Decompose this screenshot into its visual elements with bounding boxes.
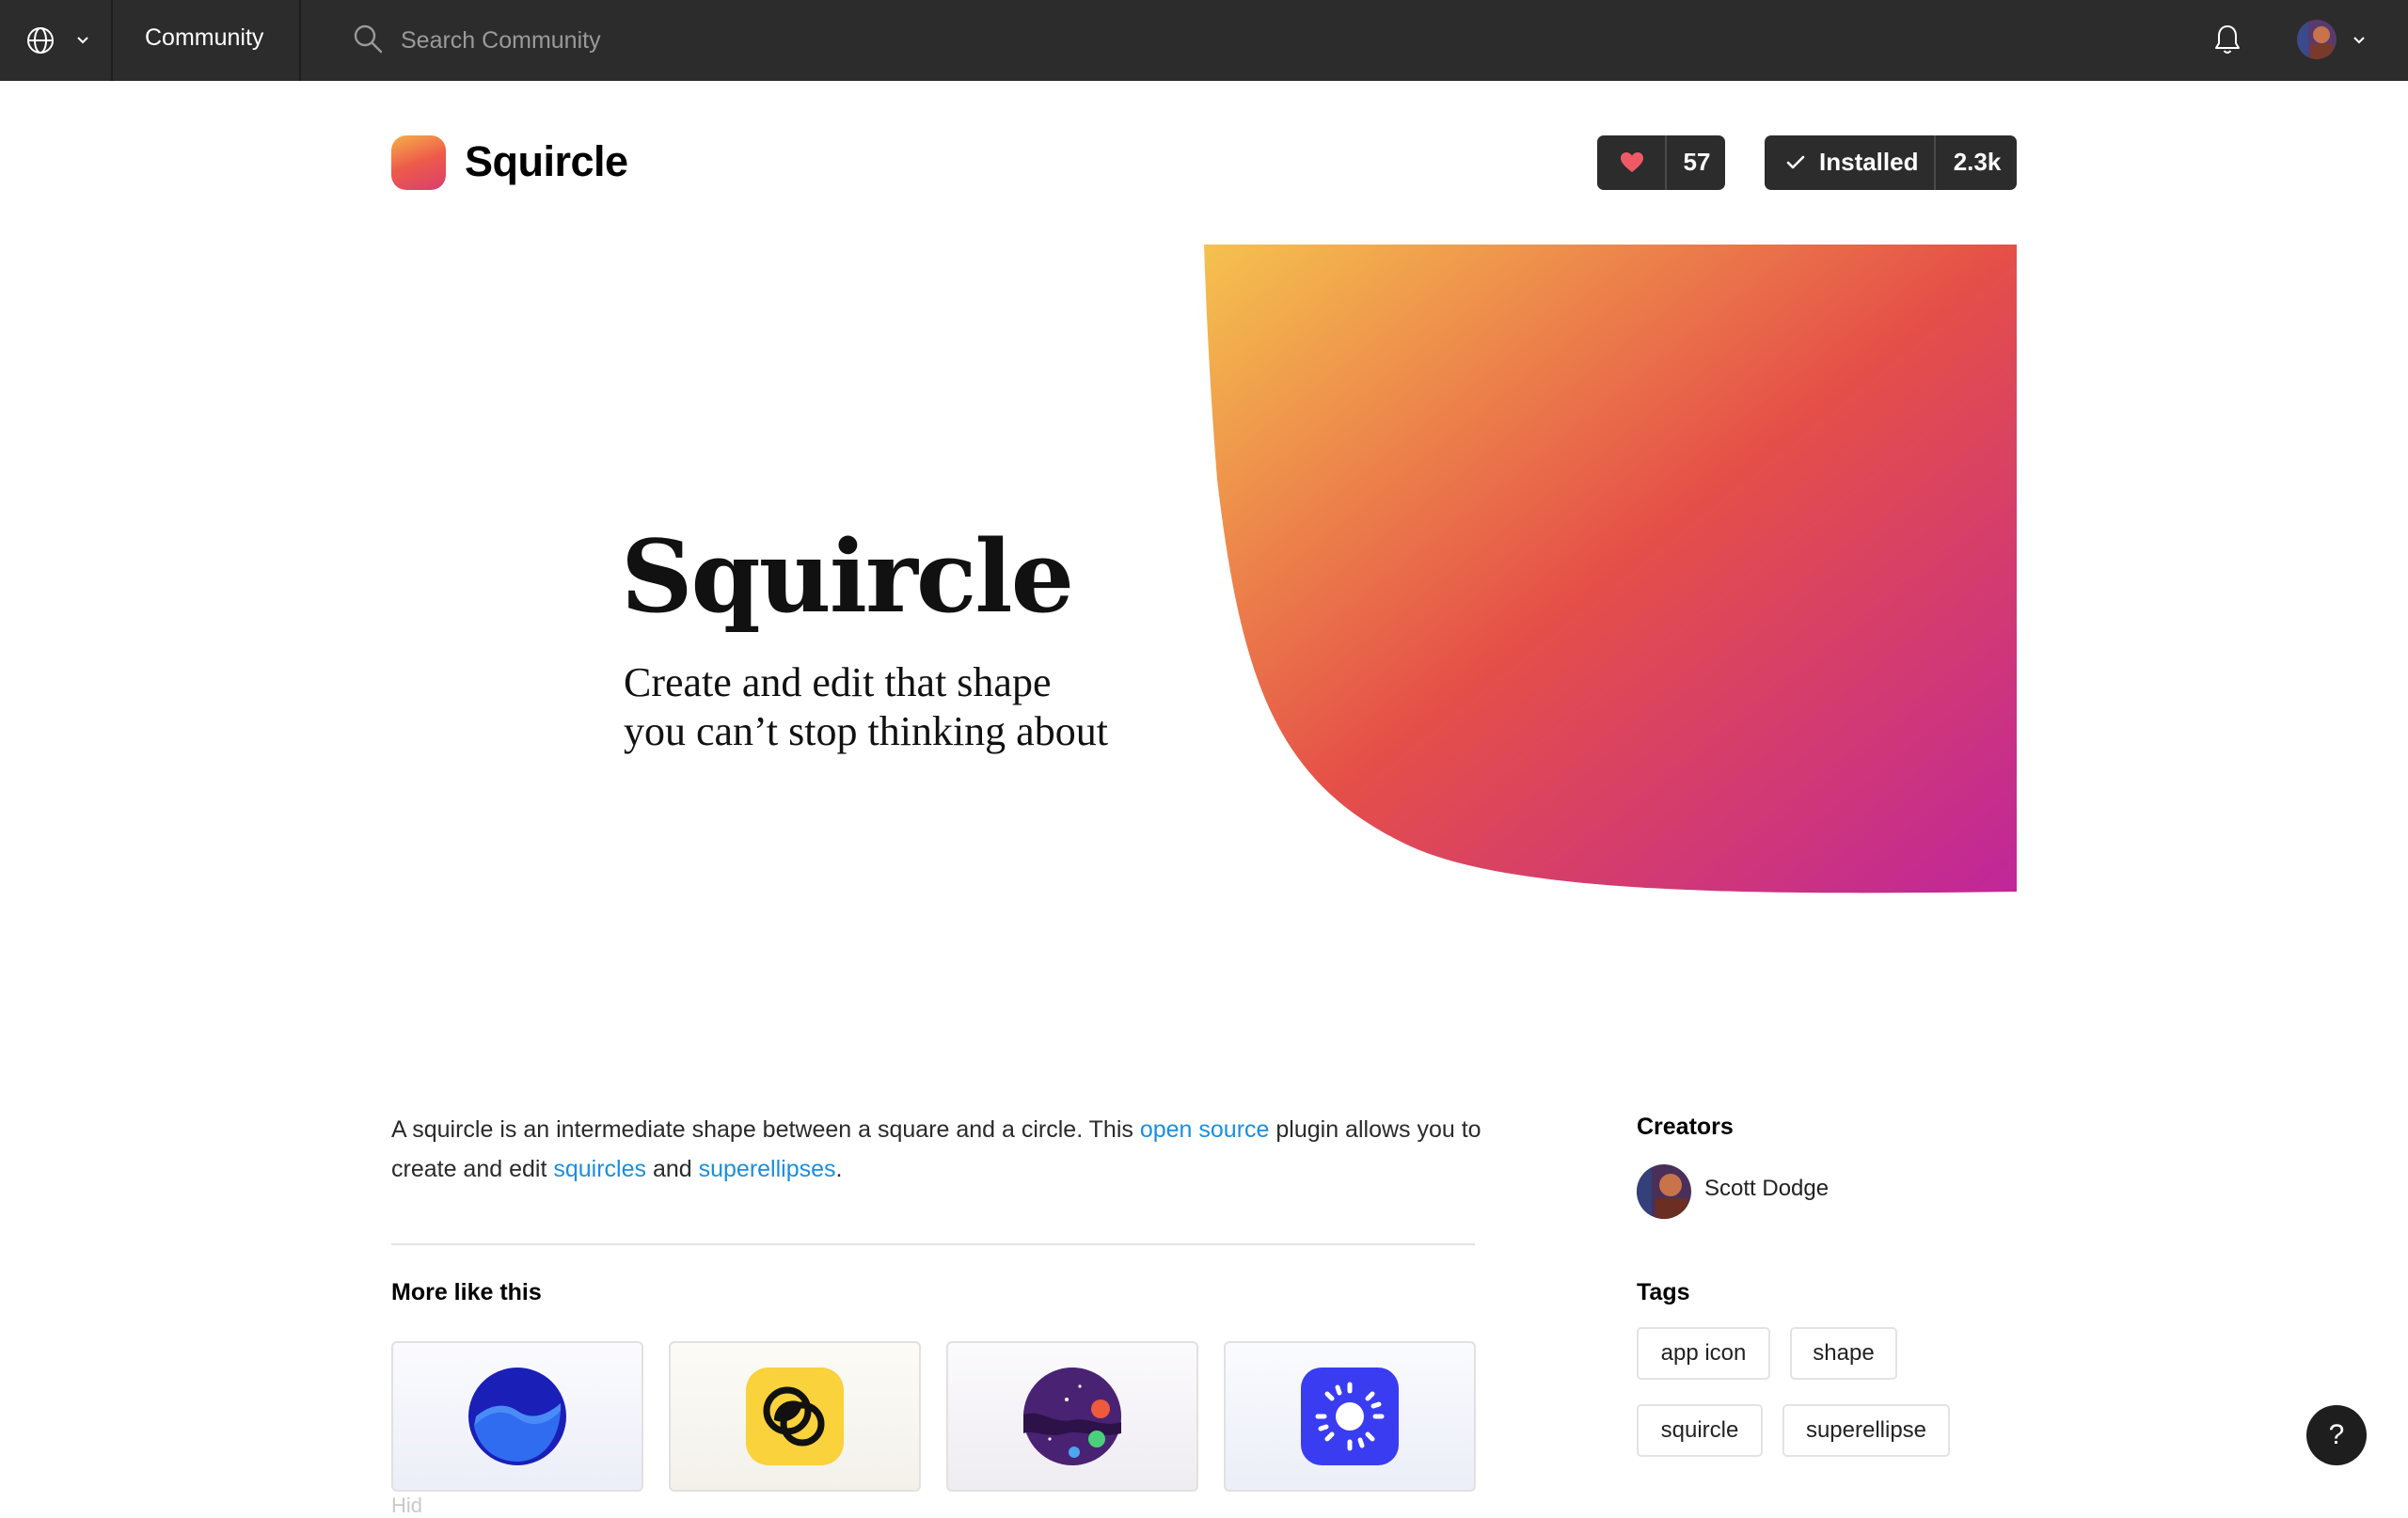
blue-wave-icon [468, 1368, 566, 1465]
tag-shape[interactable]: shape [1790, 1327, 1897, 1380]
install-divider [1934, 135, 1936, 190]
hero-subtitle-line2: you can’t stop thinking about [624, 708, 1108, 754]
community-label: Community [145, 24, 264, 51]
chevron-down-icon[interactable] [2352, 34, 2367, 47]
help-icon: ? [2328, 1419, 2345, 1450]
hero-title: Squircle [621, 517, 1074, 635]
hero-squircle-graphic [1204, 245, 2017, 893]
like-divider [1665, 135, 1667, 190]
purple-planet-icon [1023, 1368, 1121, 1465]
installed-button[interactable]: Installed 2.3k [1765, 135, 2017, 190]
desc-text-4: . [835, 1156, 843, 1182]
related-plugin-card[interactable] [1224, 1341, 1476, 1492]
hero-subtitle-line1: Create and edit that shape [624, 659, 1052, 705]
search-icon [354, 24, 383, 54]
chevron-down-icon [77, 37, 88, 44]
desc-text-1: A squircle is an intermediate shape betw… [391, 1116, 1140, 1143]
open-source-link[interactable]: open source [1140, 1116, 1270, 1143]
tags-heading: Tags [1637, 1279, 1690, 1305]
top-bar: Community [0, 0, 2408, 81]
heart-icon [1621, 152, 1643, 172]
related-plugin-card[interactable] [946, 1341, 1198, 1492]
user-avatar-image [2297, 20, 2337, 59]
section-divider [391, 1243, 1475, 1245]
creator-avatar[interactable] [1637, 1164, 1691, 1219]
search-input[interactable] [399, 19, 967, 62]
community-nav[interactable]: Community [111, 0, 301, 81]
install-count: 2.3k [1953, 148, 2002, 176]
hero-subtitle: Create and edit that shape you can’t sto… [624, 658, 1207, 756]
help-button[interactable]: ? [2306, 1405, 2367, 1465]
tag-superellipse[interactable]: superellipse [1782, 1404, 1950, 1457]
installed-label: Installed [1819, 148, 1919, 176]
more-like-this-heading: More like this [391, 1279, 542, 1305]
creators-heading: Creators [1637, 1114, 1734, 1140]
card-caption: Hid [391, 1494, 423, 1517]
related-plugin-card[interactable] [391, 1341, 643, 1492]
creator-avatar-image [1637, 1164, 1691, 1219]
language-switcher[interactable] [0, 0, 113, 81]
plugin-icon [391, 135, 446, 190]
yellow-rings-icon [746, 1368, 844, 1465]
like-button[interactable]: 57 [1597, 135, 1725, 190]
globe-icon [27, 27, 54, 54]
superellipses-link[interactable]: superellipses [699, 1156, 836, 1182]
bell-icon[interactable] [2212, 23, 2242, 56]
checkmark-icon [1786, 155, 1805, 169]
related-plugin-card[interactable] [669, 1341, 921, 1492]
tag-app-icon[interactable]: app icon [1637, 1327, 1770, 1380]
squircles-link[interactable]: squircles [553, 1156, 646, 1182]
plugin-title: Squircle [465, 137, 628, 185]
blue-sun-icon [1301, 1368, 1399, 1465]
creator-name[interactable]: Scott Dodge [1704, 1176, 1829, 1202]
tag-squircle[interactable]: squircle [1637, 1404, 1763, 1457]
like-count: 57 [1683, 148, 1711, 176]
desc-text-3: and [646, 1156, 699, 1182]
user-avatar[interactable] [2297, 20, 2337, 59]
plugin-description: A squircle is an intermediate shape betw… [391, 1110, 1482, 1189]
